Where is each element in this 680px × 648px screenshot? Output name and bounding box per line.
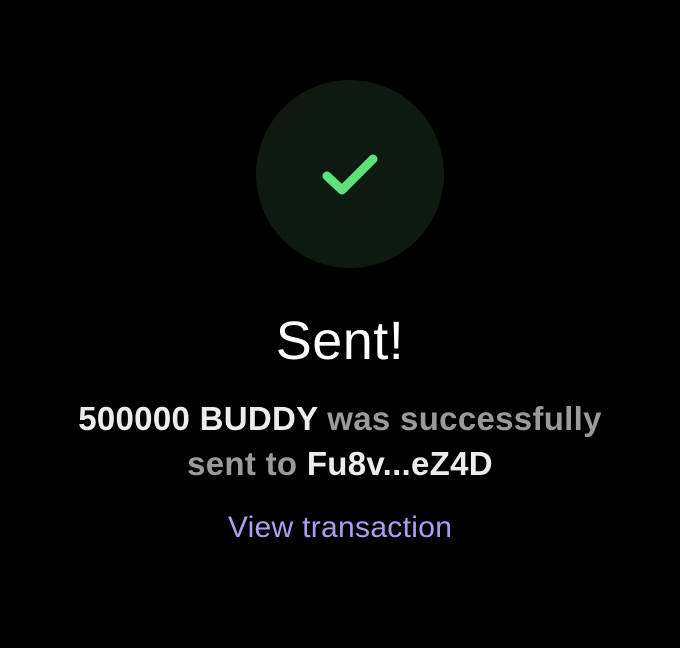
success-message: 500000 BUDDY was successfully sent to Fu… <box>40 396 640 486</box>
page-title: Sent! <box>275 311 405 371</box>
success-status-circle <box>256 80 444 268</box>
view-transaction-link[interactable]: View transaction <box>228 511 452 544</box>
checkmark-icon <box>322 154 378 195</box>
recipient-address: Fu8v...eZ4D <box>306 445 493 482</box>
sent-amount: 500000 BUDDY <box>78 400 318 437</box>
view-transaction-container: View transaction <box>0 508 680 548</box>
